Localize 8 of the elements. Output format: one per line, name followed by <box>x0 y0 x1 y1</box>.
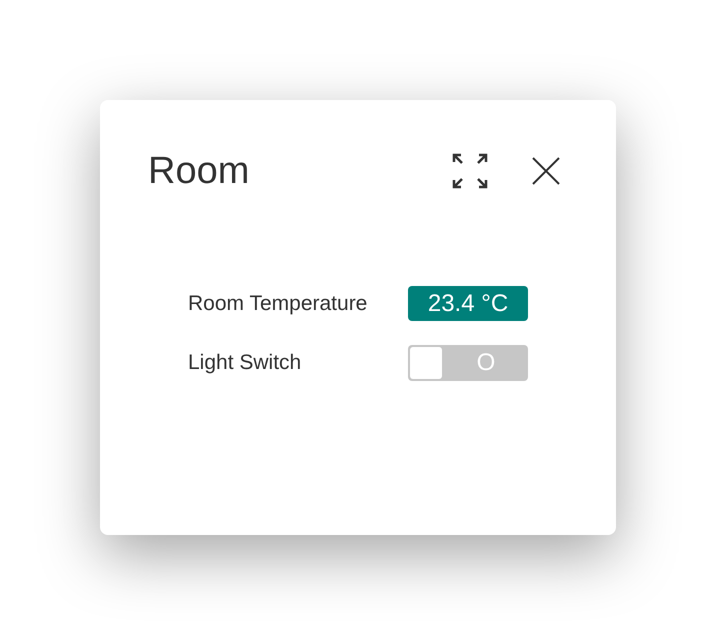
value-badge: 23.4 °C <box>408 286 528 321</box>
row-label: Light Switch <box>188 350 302 376</box>
switch-thumb[interactable] <box>410 347 442 379</box>
fullscreen-icon[interactable] <box>452 153 488 189</box>
close-icon[interactable] <box>532 157 560 185</box>
dialog-title: Room <box>148 149 250 194</box>
row-label: Room Temperature <box>188 290 368 317</box>
toggle-switch[interactable]: O <box>408 345 528 381</box>
